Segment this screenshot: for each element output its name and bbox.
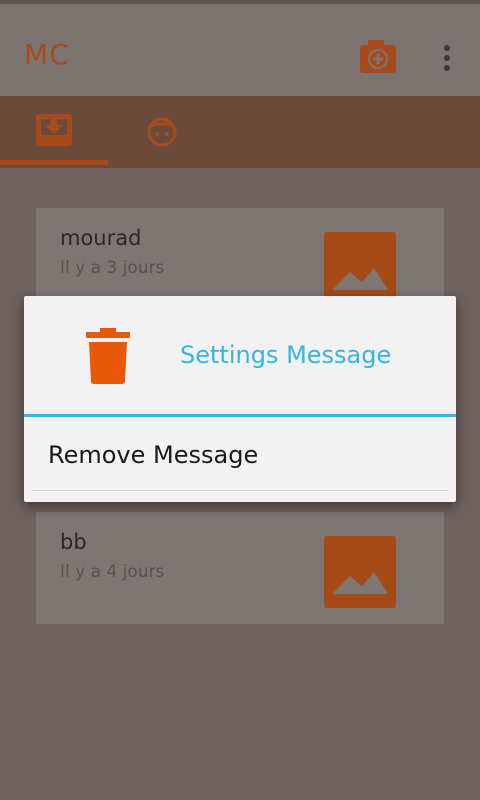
settings-dialog: Settings Message Remove Message <box>24 296 456 502</box>
remove-message-item[interactable]: Remove Message <box>24 417 456 489</box>
message-time: Il y a 3 jours <box>60 258 165 278</box>
dialog-header: Settings Message <box>24 296 456 414</box>
inbox-icon <box>36 114 72 146</box>
remove-message-label: Remove Message <box>48 441 259 469</box>
app-title: MC <box>24 38 70 71</box>
overflow-menu-icon <box>444 45 450 71</box>
camera-add-icon <box>360 40 396 73</box>
action-bar: MC <box>0 4 480 96</box>
message-sender: mourad <box>60 226 142 250</box>
overflow-menu-button[interactable] <box>430 36 464 80</box>
camera-add-button[interactable] <box>354 34 402 82</box>
tab-inbox[interactable] <box>0 96 108 168</box>
image-icon <box>332 572 388 594</box>
tab-contacts[interactable] <box>108 96 216 168</box>
message-card[interactable]: bb Il y a 4 jours <box>36 512 444 624</box>
face-icon <box>147 117 177 147</box>
trash-icon <box>86 328 130 384</box>
dialog-title: Settings Message <box>180 341 392 369</box>
tab-bar <box>0 96 480 168</box>
message-sender: bb <box>60 530 87 554</box>
message-thumbnail[interactable] <box>324 232 396 304</box>
item-separator <box>32 490 448 491</box>
message-time: Il y a 4 jours <box>60 562 165 582</box>
tab-selected-indicator <box>0 160 108 165</box>
message-thumbnail[interactable] <box>324 536 396 608</box>
image-icon <box>332 268 388 290</box>
